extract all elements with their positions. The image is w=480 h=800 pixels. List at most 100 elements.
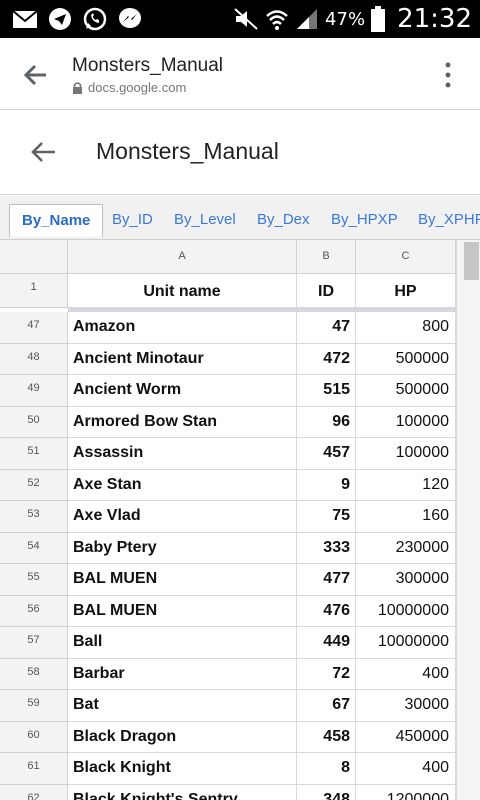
cell-id[interactable]: 515 [297, 375, 356, 407]
row-header[interactable]: 47 [0, 312, 68, 344]
header-cell-id[interactable]: ID [297, 274, 356, 308]
tab-by-name[interactable]: By_Name [9, 204, 104, 237]
vertical-scrollbar[interactable] [456, 240, 480, 800]
row-header[interactable]: 53 [0, 501, 68, 533]
cell-unit-name[interactable]: Ancient Worm [68, 375, 297, 407]
mute-icon [234, 8, 258, 30]
battery-icon [371, 6, 386, 32]
row-header[interactable]: 58 [0, 659, 68, 690]
cell-unit-name[interactable]: Armored Bow Stan [68, 407, 297, 438]
overflow-menu-icon[interactable] [444, 60, 452, 90]
cell-unit-name[interactable]: Ancient Minotaur [68, 344, 297, 375]
cell-id[interactable]: 472 [297, 344, 356, 375]
cell-hp[interactable]: 300000 [356, 564, 456, 596]
tab-by-hpxp[interactable]: By_HPXP [331, 204, 398, 237]
spreadsheet-grid[interactable]: A B C 1 Unit name ID HP 47 Amazon 47 800 48 A… [0, 240, 480, 800]
document-title: Monsters_Manual [96, 138, 279, 164]
cell-unit-name[interactable]: Axe Vlad [68, 501, 297, 533]
cell-unit-name[interactable]: Bat [68, 690, 297, 722]
messenger-icon [119, 8, 141, 28]
cell-unit-name[interactable]: Ball [68, 627, 297, 659]
cell-id[interactable]: 333 [297, 533, 356, 564]
sheets-app-bar: Monsters_Manual [0, 111, 480, 195]
row-header[interactable]: 56 [0, 596, 68, 627]
cell-hp[interactable]: 100000 [356, 407, 456, 438]
cell-unit-name[interactable]: Black Dragon [68, 722, 297, 753]
cell-hp[interactable]: 160 [356, 501, 456, 533]
cell-hp[interactable]: 230000 [356, 533, 456, 564]
cell-unit-name[interactable]: Baby Ptery [68, 533, 297, 564]
row-header[interactable]: 54 [0, 533, 68, 564]
cell-hp[interactable]: 500000 [356, 375, 456, 407]
row-header[interactable]: 52 [0, 470, 68, 501]
cell-id[interactable]: 67 [297, 690, 356, 722]
cell-id[interactable]: 96 [297, 407, 356, 438]
cell-id[interactable]: 477 [297, 564, 356, 596]
row-header[interactable]: 62 [0, 785, 68, 800]
cell-unit-name[interactable]: Black Knight's Sentry [68, 785, 297, 800]
scrollbar-thumb[interactable] [464, 242, 479, 280]
cell-id[interactable]: 47 [297, 312, 356, 344]
cell-hp[interactable]: 400 [356, 659, 456, 690]
row-header[interactable]: 51 [0, 438, 68, 470]
cell-id[interactable]: 72 [297, 659, 356, 690]
cell-id[interactable]: 75 [297, 501, 356, 533]
header-cell-hp[interactable]: HP [356, 274, 456, 308]
row-header[interactable]: 60 [0, 722, 68, 753]
row-header[interactable]: 57 [0, 627, 68, 659]
browser-url: docs.google.com [72, 80, 186, 95]
telegram-icon [49, 8, 71, 30]
cell-id[interactable]: 476 [297, 596, 356, 627]
row-header[interactable]: 1 [0, 274, 68, 308]
corner-header[interactable] [0, 240, 68, 274]
cell-unit-name[interactable]: Axe Stan [68, 470, 297, 501]
cell-hp[interactable]: 100000 [356, 438, 456, 470]
mail-icon [12, 10, 38, 28]
tab-by-dex[interactable]: By_Dex [257, 204, 310, 237]
cell-hp[interactable]: 450000 [356, 722, 456, 753]
cell-hp[interactable]: 120 [356, 470, 456, 501]
row-header[interactable]: 55 [0, 564, 68, 596]
tab-by-id[interactable]: By_ID [112, 204, 153, 237]
cell-hp[interactable]: 1200000 [356, 785, 456, 800]
row-header[interactable]: 49 [0, 375, 68, 407]
whatsapp-icon [83, 7, 107, 31]
back-arrow-icon[interactable] [28, 137, 58, 167]
column-header-b[interactable]: B [297, 240, 356, 274]
cell-id[interactable]: 449 [297, 627, 356, 659]
cell-unit-name[interactable]: BAL MUEN [68, 596, 297, 627]
signal-icon [297, 9, 318, 29]
cell-hp[interactable]: 10000000 [356, 627, 456, 659]
cell-hp[interactable]: 30000 [356, 690, 456, 722]
cell-hp[interactable]: 800 [356, 312, 456, 344]
sheet-tabs: By_Name By_ID By_Level By_Dex By_HPXP By… [0, 196, 480, 240]
cell-unit-name[interactable]: BAL MUEN [68, 564, 297, 596]
cell-hp[interactable]: 400 [356, 753, 456, 785]
cell-hp[interactable]: 500000 [356, 344, 456, 375]
cell-id[interactable]: 9 [297, 470, 356, 501]
cell-id[interactable]: 8 [297, 753, 356, 785]
row-header[interactable]: 59 [0, 690, 68, 722]
tab-by-xphp[interactable]: By_XPHP [418, 204, 480, 237]
cell-unit-name[interactable]: Assassin [68, 438, 297, 470]
cell-id[interactable]: 457 [297, 438, 356, 470]
column-header-a[interactable]: A [68, 240, 297, 274]
header-cell-unit-name[interactable]: Unit name [68, 274, 297, 308]
url-text: docs.google.com [88, 80, 187, 95]
cell-id[interactable]: 458 [297, 722, 356, 753]
back-arrow-icon[interactable] [20, 60, 50, 90]
browser-page-title: Monsters_Manual [72, 55, 224, 76]
cell-unit-name[interactable]: Barbar [68, 659, 297, 690]
row-header[interactable]: 48 [0, 344, 68, 375]
column-header-c[interactable]: C [356, 240, 456, 274]
cell-unit-name[interactable]: Amazon [68, 312, 297, 344]
cell-unit-name[interactable]: Black Knight [68, 753, 297, 785]
tab-by-level[interactable]: By_Level [174, 204, 236, 237]
row-header[interactable]: 61 [0, 753, 68, 785]
row-header[interactable]: 50 [0, 407, 68, 438]
status-bar: 47% 21:32 [0, 0, 480, 38]
cell-hp[interactable]: 10000000 [356, 596, 456, 627]
battery-percent: 47% [325, 8, 366, 30]
wifi-icon [266, 10, 288, 30]
cell-id[interactable]: 348 [297, 785, 356, 800]
